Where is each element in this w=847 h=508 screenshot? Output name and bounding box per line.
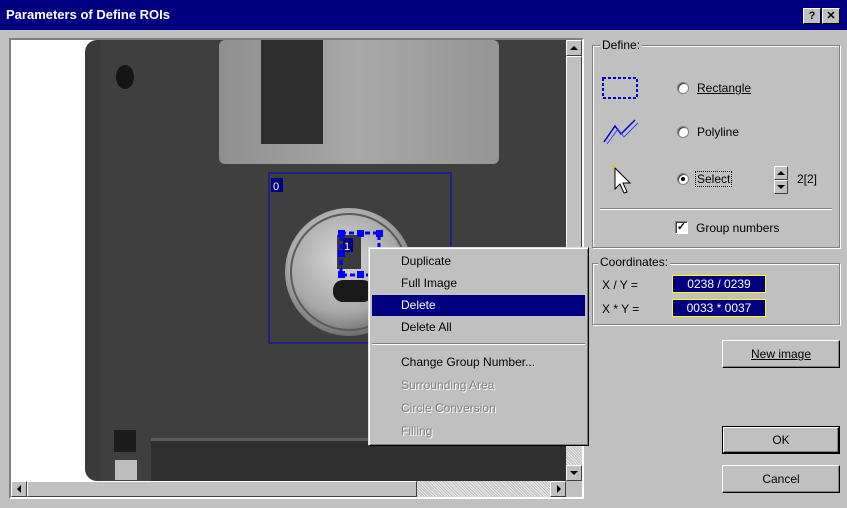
new-image-button[interactable]: New image bbox=[722, 340, 840, 368]
menu-item-change-group-number[interactable]: Change Group Number... bbox=[372, 352, 585, 373]
wh-value: 0033 * 0037 bbox=[672, 299, 766, 317]
scroll-up-button[interactable] bbox=[566, 40, 582, 56]
group-numbers-checkbox[interactable]: ✓ bbox=[675, 221, 688, 234]
ok-button[interactable]: OK bbox=[722, 426, 840, 454]
rectangle-label[interactable]: Rectangle bbox=[697, 81, 751, 95]
roi-1-label: 1 bbox=[344, 241, 350, 253]
coordinates-legend: Coordinates: bbox=[598, 255, 671, 269]
horizontal-scroll-thumb[interactable] bbox=[27, 481, 417, 497]
count-down-button[interactable] bbox=[774, 180, 788, 194]
select-count: 2[2] bbox=[797, 172, 818, 186]
define-divider bbox=[600, 208, 832, 210]
close-button[interactable]: ✕ bbox=[822, 8, 840, 24]
cancel-button[interactable]: Cancel bbox=[722, 465, 840, 493]
define-rois-dialog: Parameters of Define ROIs ? ✕ 0 1 Define… bbox=[0, 0, 847, 508]
wh-label: X * Y = bbox=[602, 302, 640, 316]
scroll-right-button[interactable] bbox=[550, 481, 566, 497]
scroll-corner bbox=[566, 481, 582, 497]
menu-item-delete-all[interactable]: Delete All bbox=[372, 317, 585, 338]
menu-item-circle-conversion: Circle Conversion bbox=[401, 401, 496, 415]
menu-separator bbox=[372, 343, 585, 345]
scroll-left-button[interactable] bbox=[11, 481, 27, 497]
title-bar: Parameters of Define ROIs ? ✕ bbox=[0, 0, 847, 30]
window-title: Parameters of Define ROIs bbox=[6, 7, 171, 22]
select-radio[interactable] bbox=[677, 173, 689, 185]
polyline-radio[interactable] bbox=[677, 126, 689, 138]
define-legend: Define: bbox=[600, 38, 643, 52]
polyline-label[interactable]: Polyline bbox=[697, 125, 739, 139]
context-menu: Duplicate Full Image Delete Delete All C… bbox=[368, 247, 589, 446]
rectangle-tool-icon bbox=[602, 77, 638, 99]
scroll-down-button[interactable] bbox=[566, 465, 582, 481]
menu-item-full-image[interactable]: Full Image bbox=[372, 273, 585, 294]
menu-item-duplicate[interactable]: Duplicate bbox=[372, 251, 585, 272]
select-label[interactable]: Select bbox=[695, 171, 733, 187]
pointer-arrow-icon bbox=[612, 165, 632, 194]
menu-item-surrounding-area: Surrounding Area bbox=[401, 378, 495, 392]
help-button[interactable]: ? bbox=[803, 8, 821, 24]
rectangle-radio[interactable] bbox=[677, 82, 689, 94]
xy-label: X / Y = bbox=[602, 278, 638, 292]
menu-item-filling: Filling bbox=[401, 424, 433, 438]
count-up-button[interactable] bbox=[774, 166, 788, 180]
xy-value: 0238 / 0239 bbox=[672, 275, 766, 293]
roi-0-label: 0 bbox=[273, 181, 279, 193]
group-numbers-label[interactable]: Group numbers bbox=[696, 221, 779, 235]
horizontal-scrollbar[interactable] bbox=[11, 481, 566, 497]
polyline-tool-icon bbox=[603, 119, 639, 145]
menu-item-delete[interactable]: Delete bbox=[372, 295, 585, 316]
